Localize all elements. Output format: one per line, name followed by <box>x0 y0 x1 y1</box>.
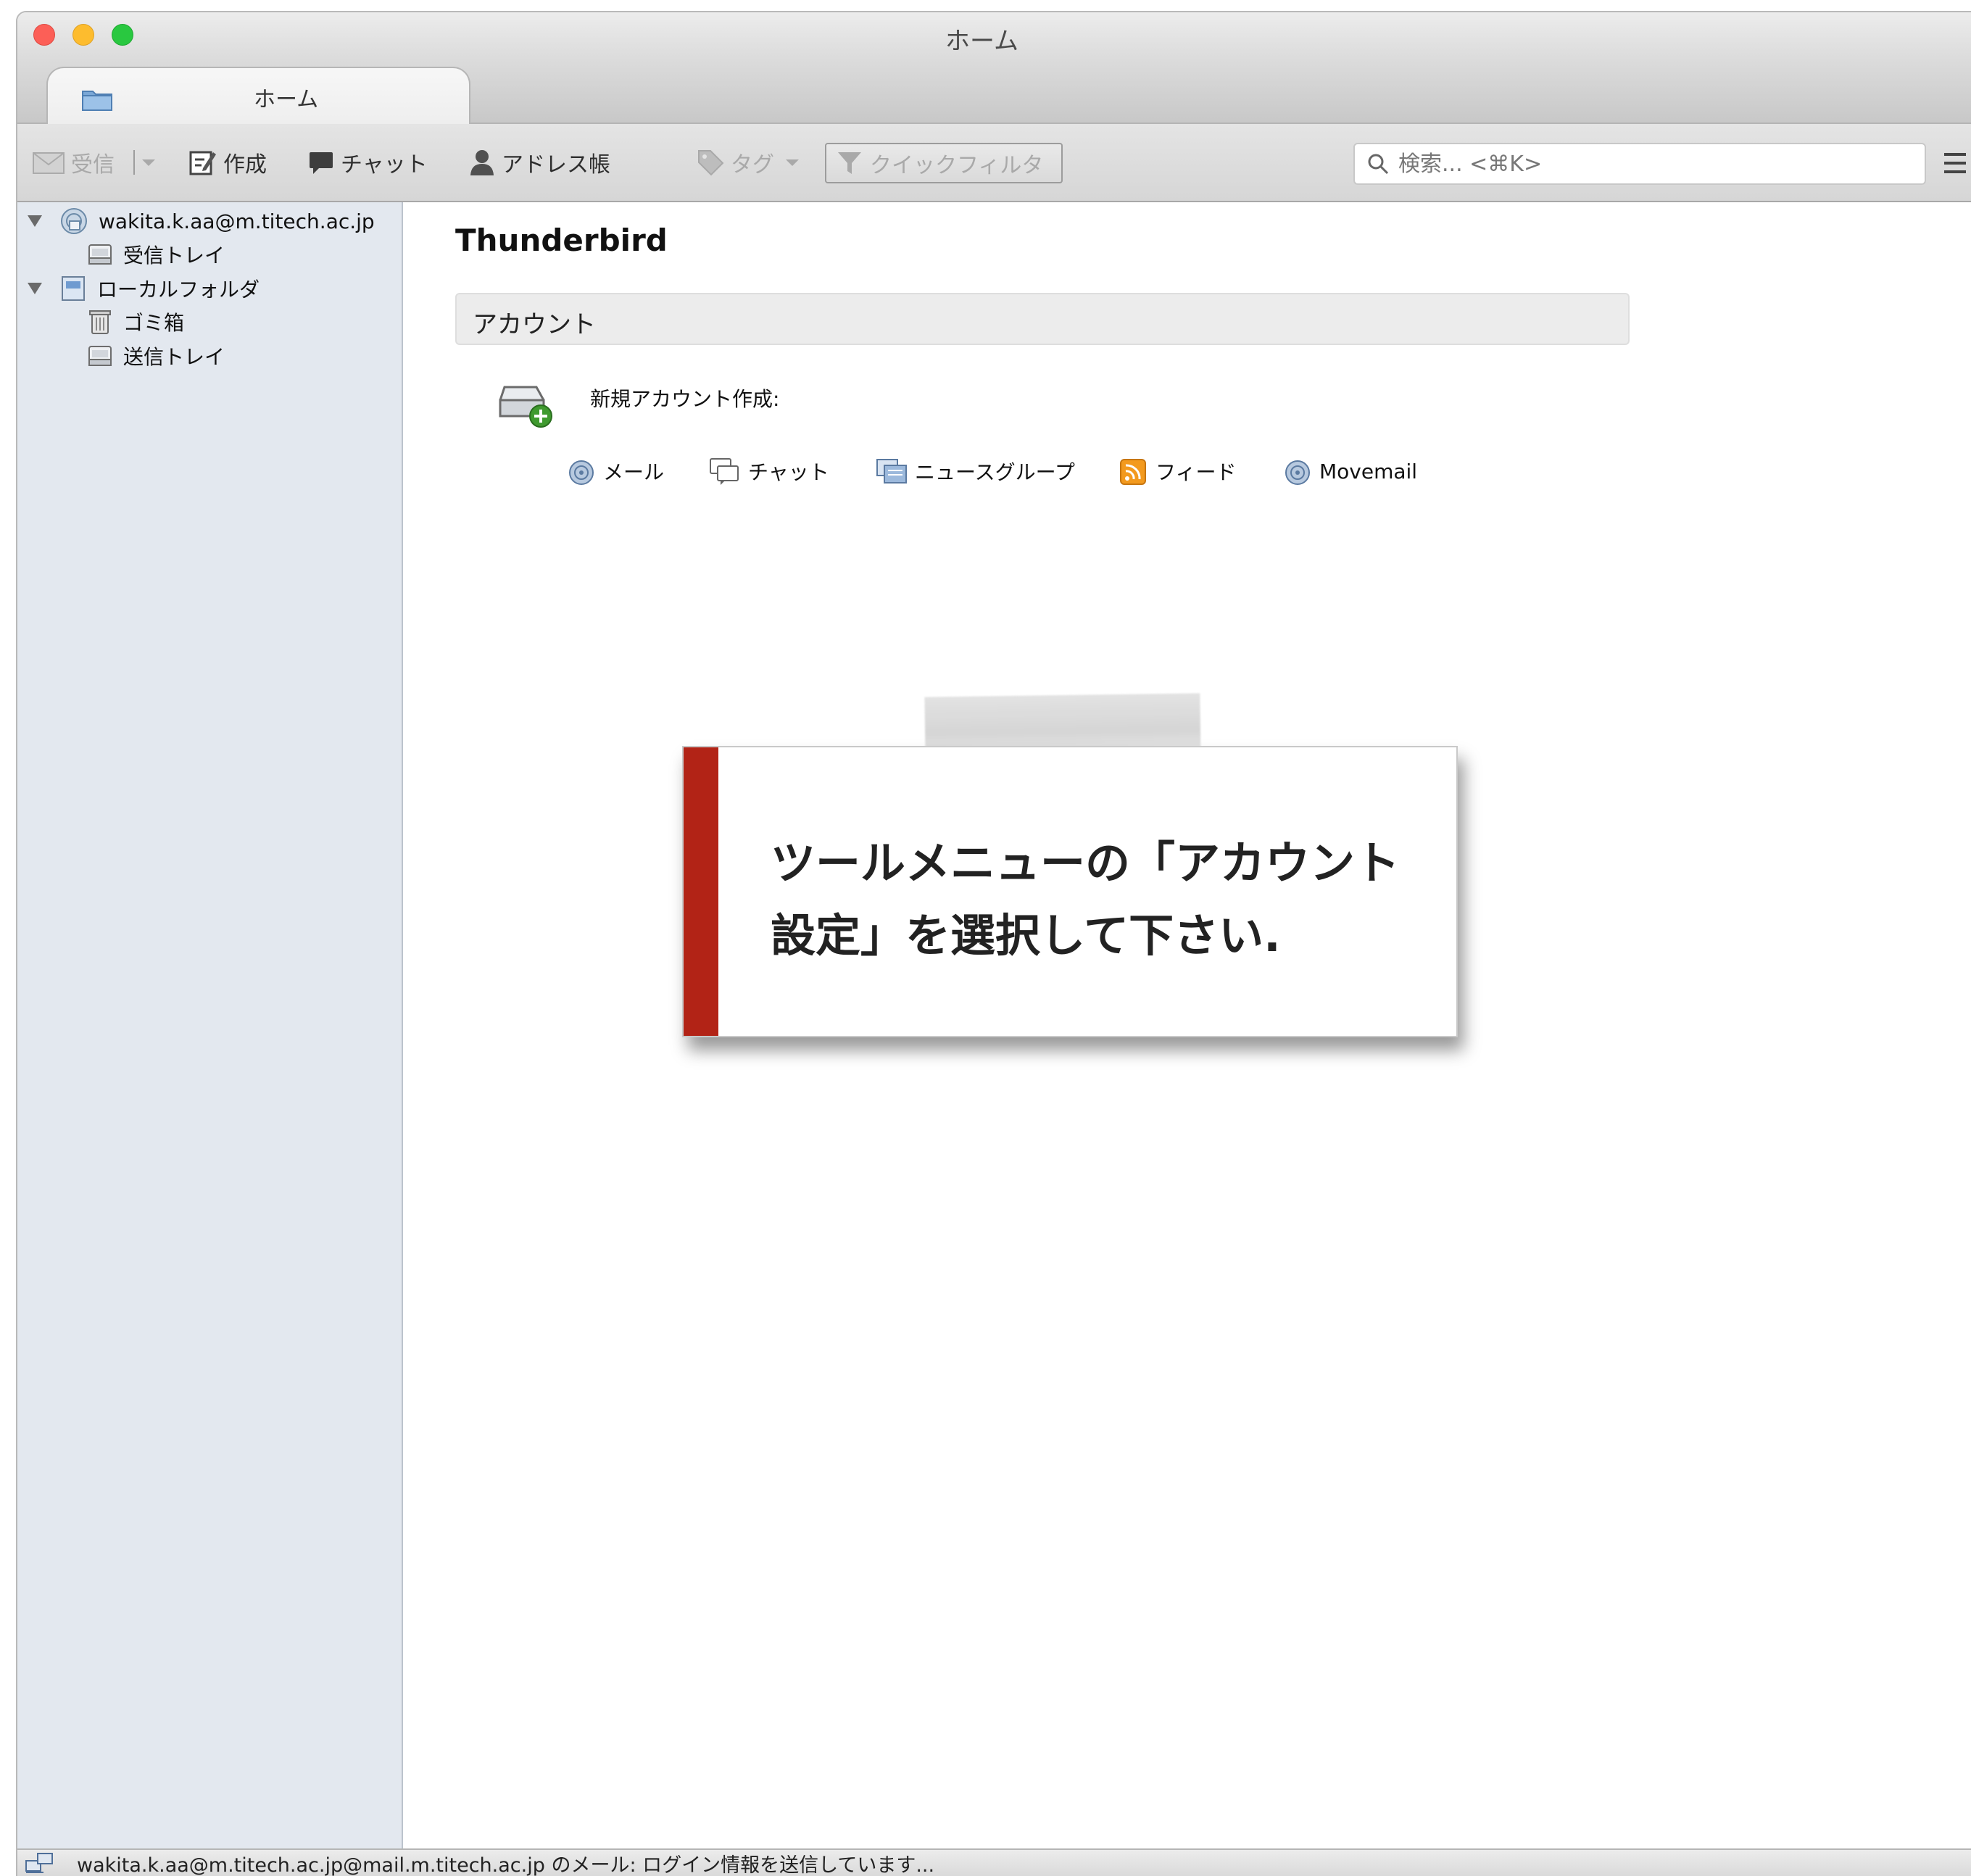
main-toolbar: 受信 作成 チャット アドレス帳 タグ クイックフィルタ 検索... <⌘K> <box>17 124 1971 202</box>
sidebar-item-label: 送信トレイ <box>123 345 225 369</box>
accounts-section-header: アカウント <box>455 293 1630 345</box>
search-box[interactable] <box>1353 143 1926 185</box>
tag-label: タグ <box>731 152 774 178</box>
hamburger-menu-icon[interactable] <box>1944 150 1966 176</box>
window-title: ホーム <box>945 27 1018 56</box>
instruction-callout: ツールメニューの「アカウント 設定」を選択して下さい. <box>682 746 1458 1037</box>
quick-filter-button[interactable]: クイックフィルタ <box>825 143 1063 183</box>
sidebar-item-outbox[interactable]: 送信トレイ <box>87 340 225 372</box>
sidebar-item-label: wakita.k.aa@m.titech.ac.jp <box>99 209 375 233</box>
sidebar-item-inbox[interactable]: 受信トレイ <box>87 238 225 270</box>
tab-label: ホーム <box>254 87 319 112</box>
create-movemail-account-link[interactable]: Movemail <box>1283 453 1417 489</box>
local-folders-icon <box>62 276 85 301</box>
zoom-window-button[interactable] <box>112 24 133 46</box>
twisty-expanded-icon[interactable] <box>28 283 42 294</box>
mail-icon <box>569 460 594 485</box>
chevron-down-icon <box>142 159 155 166</box>
option-label: Movemail <box>1319 459 1418 483</box>
trash-icon <box>89 310 111 334</box>
create-mail-account-link[interactable]: メール <box>567 453 664 489</box>
movemail-icon <box>1285 460 1310 485</box>
callout-line-2: 設定」を選択して下さい. <box>771 909 1281 962</box>
inbox-icon <box>88 244 112 265</box>
toolbar-separator <box>133 150 135 175</box>
search-input[interactable] <box>1397 150 1907 178</box>
callout-accent-bar <box>684 747 718 1036</box>
write-button[interactable]: 作成 <box>188 146 267 179</box>
write-label: 作成 <box>223 152 267 178</box>
chat-label: チャット <box>341 152 428 178</box>
sidebar-item-label: ローカルフォルダ <box>97 278 260 302</box>
tab-strip: ホーム <box>17 57 1971 124</box>
newsgroup-icon <box>876 459 907 483</box>
chat-button[interactable]: チャット <box>307 146 428 179</box>
account-icon <box>61 208 87 234</box>
tab-home[interactable]: ホーム <box>46 67 470 124</box>
folder-pane: wakita.k.aa@m.titech.ac.jp 受信トレイ ローカルフォル… <box>17 202 403 1859</box>
new-account-icon <box>499 386 552 428</box>
tag-button[interactable]: タグ <box>696 146 805 179</box>
twisty-expanded-icon[interactable] <box>28 215 42 227</box>
new-account-label: 新規アカウント作成: <box>590 387 780 411</box>
title-bar: ホーム <box>17 12 1971 57</box>
option-label: チャット <box>748 460 829 484</box>
close-window-button[interactable] <box>33 24 55 46</box>
chat-icon <box>710 458 739 485</box>
app-window: ホーム ホーム 受信 作成 チャット アドレス帳 タグ クイックフィルタ 検索.… <box>16 11 1971 1876</box>
feed-icon <box>1120 459 1146 485</box>
sidebar-item-trash[interactable]: ゴミ箱 <box>87 306 184 338</box>
folder-icon <box>82 91 112 111</box>
folder-tree-local-folders[interactable]: ローカルフォルダ <box>28 273 260 304</box>
address-book-button[interactable]: アドレス帳 <box>468 146 610 179</box>
outbox-icon <box>88 346 112 366</box>
envelope-icon <box>33 152 65 174</box>
minimize-window-button[interactable] <box>72 24 94 46</box>
sidebar-item-label: ゴミ箱 <box>123 311 185 335</box>
option-label: ニュースグループ <box>915 460 1075 484</box>
status-bar: wakita.k.aa@m.titech.ac.jp@mail.m.titech… <box>17 1848 1971 1876</box>
quick-filter-label: クイックフィルタ <box>870 153 1044 178</box>
get-mail-button[interactable]: 受信 <box>32 146 115 179</box>
person-icon <box>470 150 494 175</box>
option-label: フィード <box>1155 460 1237 484</box>
create-newsgroup-account-link[interactable]: ニュースグループ <box>876 453 1075 489</box>
create-chat-account-link[interactable]: チャット <box>709 453 829 489</box>
get-mail-dropdown[interactable] <box>142 146 161 179</box>
callout-line-1: ツールメニューの「アカウント <box>771 837 1401 889</box>
search-icon <box>1368 154 1389 175</box>
chat-bubble-icon <box>310 152 333 174</box>
folder-tree-account[interactable]: wakita.k.aa@m.titech.ac.jp <box>28 205 375 237</box>
filter-funnel-icon <box>838 152 861 174</box>
accounts-section-label: アカウント <box>473 310 596 339</box>
create-feed-account-link[interactable]: フィード <box>1119 453 1236 489</box>
network-status-icon <box>25 1853 53 1873</box>
status-text: wakita.k.aa@m.titech.ac.jp@mail.m.titech… <box>77 1854 935 1876</box>
get-mail-label: 受信 <box>71 152 115 178</box>
page-title: Thunderbird <box>455 223 668 258</box>
sidebar-item-label: 受信トレイ <box>123 244 225 267</box>
chevron-down-icon <box>786 159 799 166</box>
address-book-label: アドレス帳 <box>502 152 610 178</box>
account-central-pane: Thunderbird アカウント 新規アカウント作成: メール チャット ニュ… <box>403 202 1971 1859</box>
compose-icon <box>189 151 216 175</box>
callout-text: ツールメニューの「アカウント 設定」を選択して下さい. <box>771 827 1437 972</box>
option-label: メール <box>603 460 665 484</box>
tag-icon <box>698 150 724 176</box>
